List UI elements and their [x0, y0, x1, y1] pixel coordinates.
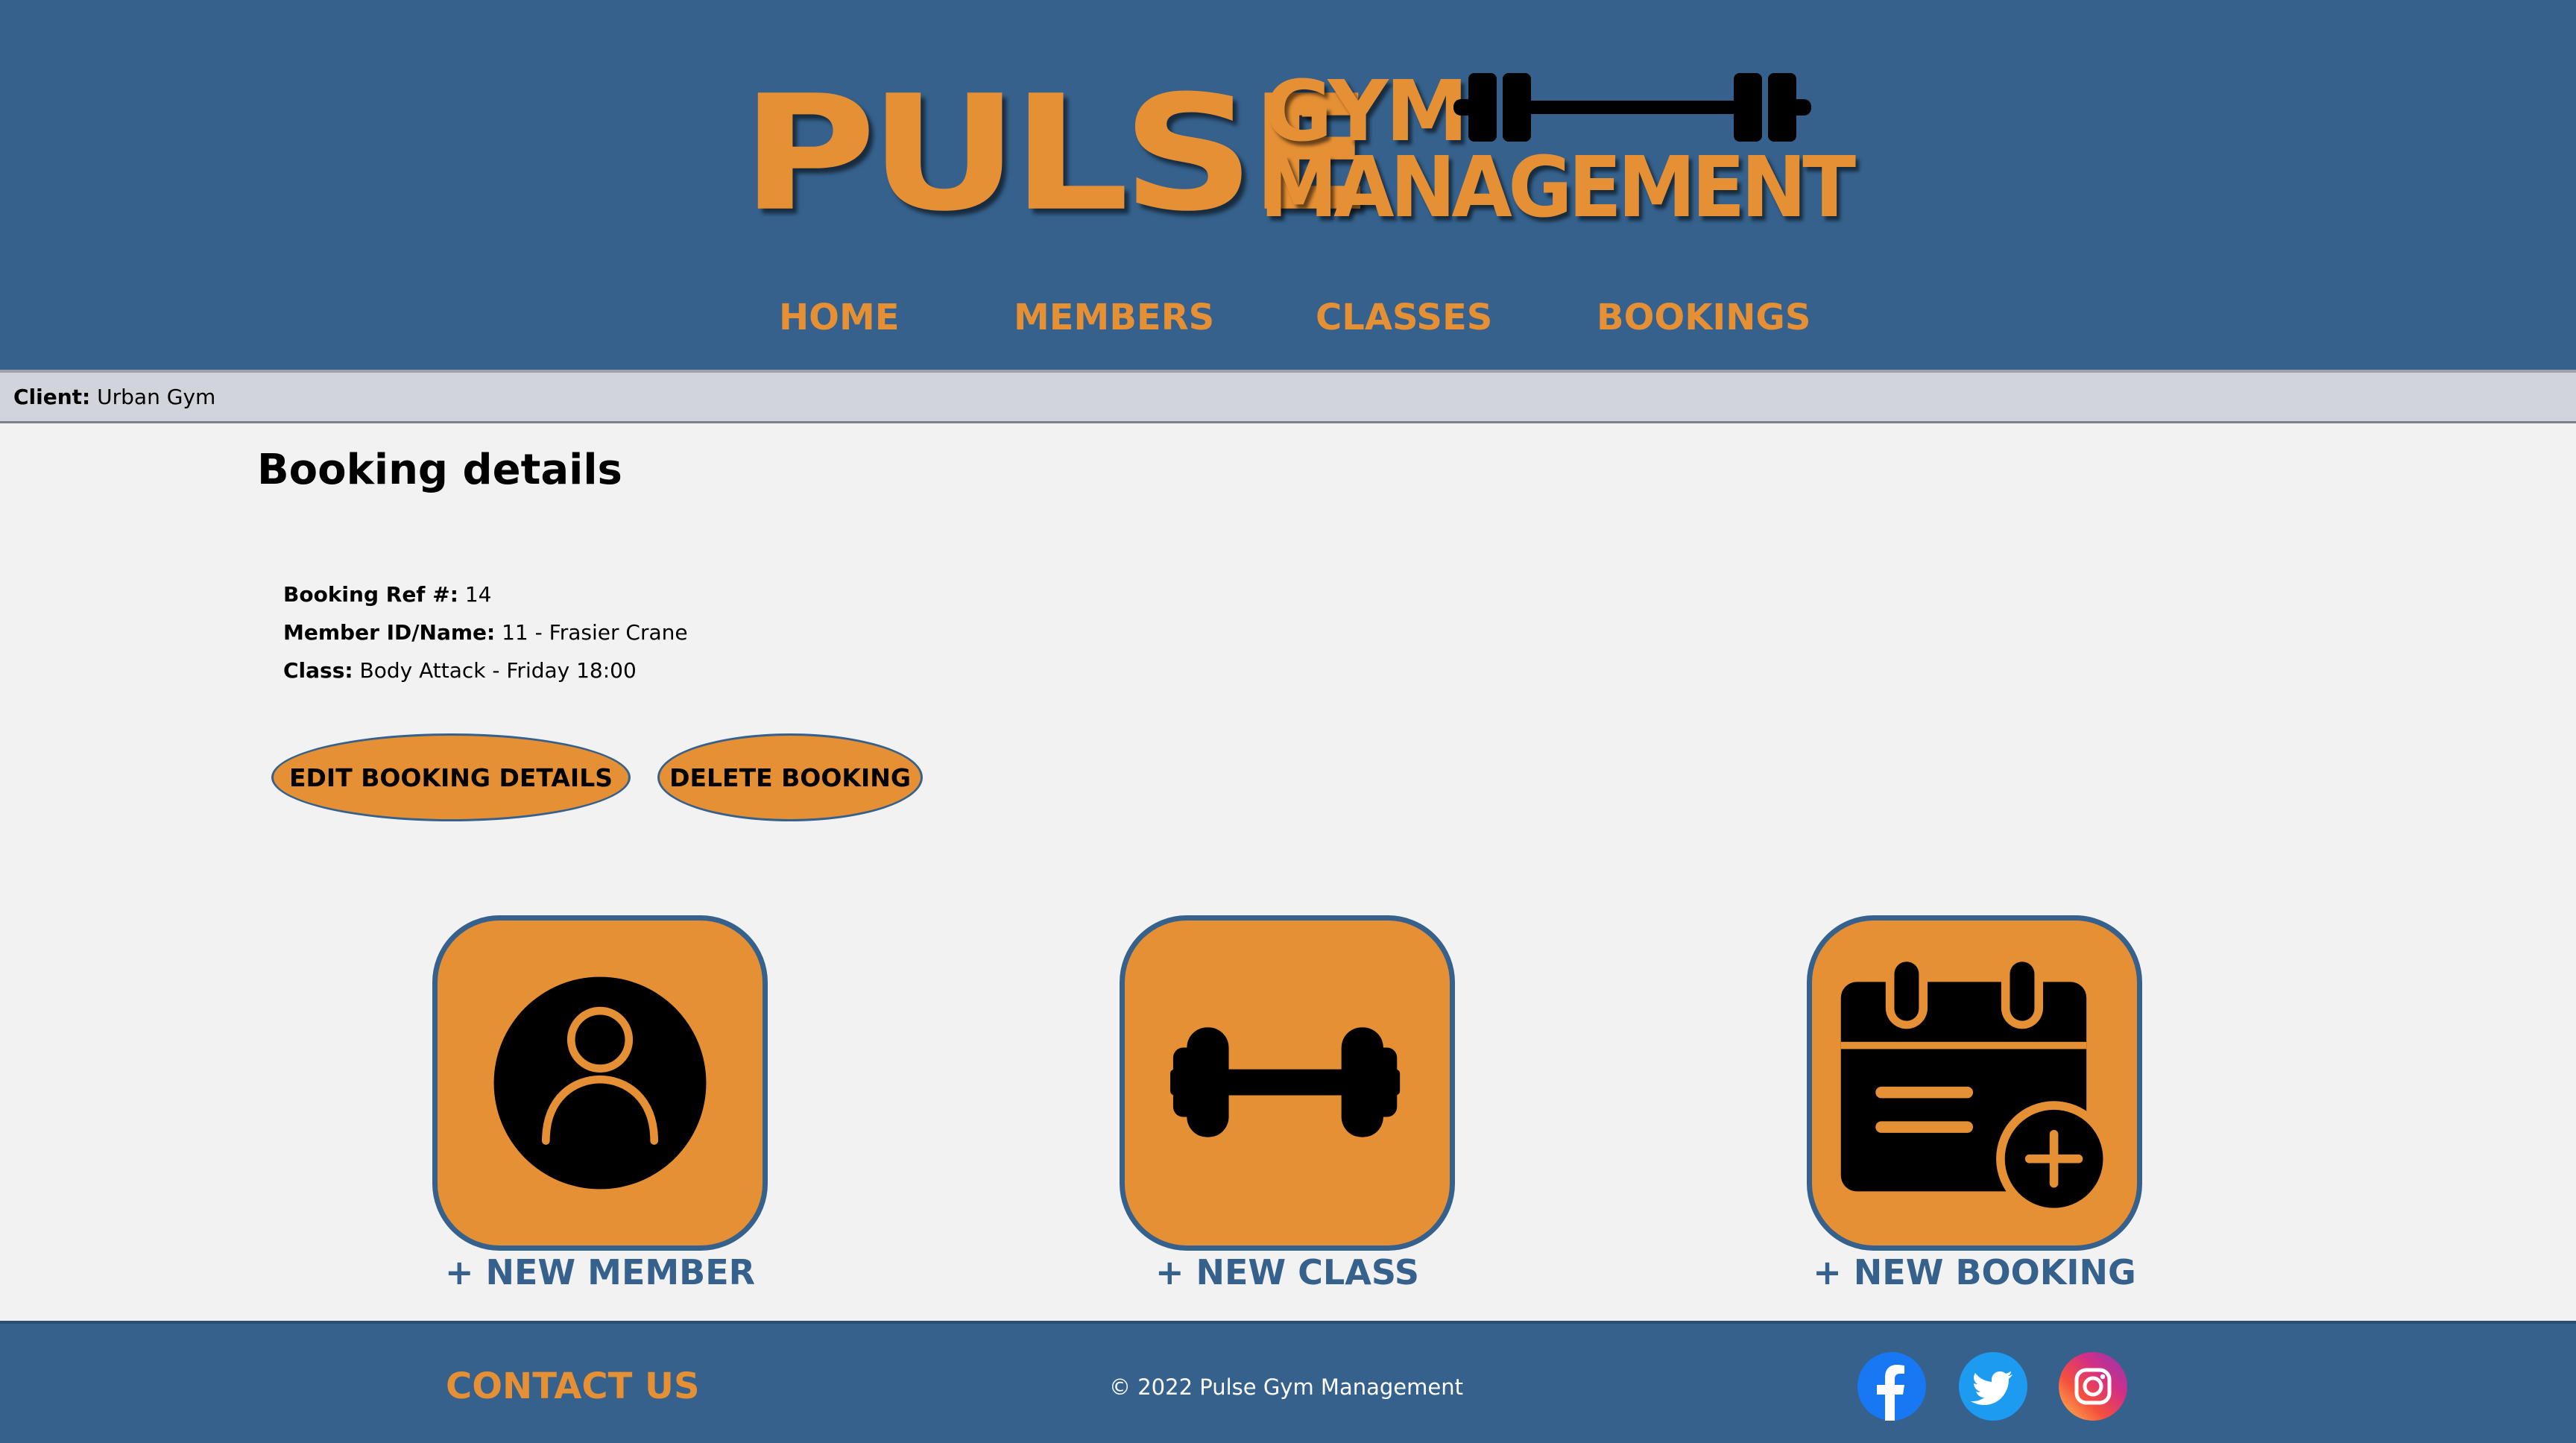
- nav-home[interactable]: HOME: [779, 297, 900, 338]
- instagram-link[interactable]: [2059, 1352, 2127, 1421]
- new-member-link[interactable]: + NEW MEMBER: [432, 1252, 768, 1292]
- new-class-link[interactable]: + NEW CLASS: [1120, 1252, 1455, 1292]
- nav-bookings[interactable]: BOOKINGS: [1597, 297, 1811, 338]
- contact-us-link[interactable]: CONTACT US: [446, 1365, 700, 1407]
- new-booking-link[interactable]: + NEW BOOKING: [1807, 1252, 2142, 1292]
- client-bar: Client: Urban Gym: [0, 370, 2576, 423]
- new-member-tile[interactable]: [432, 915, 768, 1251]
- booking-details: Booking Ref #: 14 Member ID/Name: 11 - F…: [283, 575, 688, 689]
- dumbbell-icon: [1170, 1027, 1401, 1137]
- twitter-link[interactable]: [1959, 1352, 2027, 1421]
- class-row: Class: Body Attack - Friday 18:00: [283, 651, 688, 689]
- client-name: Urban Gym: [97, 385, 216, 409]
- instagram-icon: [2059, 1352, 2127, 1421]
- class-label: Class:: [283, 658, 353, 683]
- new-booking-tile[interactable]: [1807, 915, 2142, 1251]
- member-label: Member ID/Name:: [283, 620, 496, 645]
- booking-ref-label: Booking Ref #:: [283, 582, 458, 607]
- edit-booking-button[interactable]: EDIT BOOKING DETAILS: [271, 733, 631, 821]
- nav-classes[interactable]: CLASSES: [1316, 297, 1492, 338]
- nav-members[interactable]: MEMBERS: [1014, 297, 1214, 338]
- site-footer: CONTACT US © 2022 Pulse Gym Management: [0, 1321, 2576, 1443]
- class-value: Body Attack - Friday 18:00: [359, 658, 637, 683]
- page-title: Booking details: [257, 446, 622, 494]
- barbell-icon: [1453, 73, 1811, 142]
- facebook-icon: [1857, 1352, 1926, 1421]
- booking-ref-value: 14: [464, 582, 492, 607]
- main-nav: HOME MEMBERS CLASSES BOOKINGS: [0, 297, 2576, 349]
- facebook-link[interactable]: [1857, 1352, 1926, 1421]
- twitter-icon: [1959, 1352, 2027, 1421]
- member-value: 11 - Frasier Crane: [502, 620, 688, 645]
- site-logo[interactable]: PULSE GYM MANAGEMENT: [738, 60, 1856, 239]
- calendar-add-icon: [1840, 953, 2112, 1217]
- booking-ref-row: Booking Ref #: 14: [283, 575, 688, 613]
- user-icon: [493, 976, 707, 1190]
- copyright-text: © 2022 Pulse Gym Management: [1109, 1374, 1463, 1400]
- new-class-tile[interactable]: [1120, 915, 1455, 1251]
- delete-booking-button[interactable]: DELETE BOOKING: [657, 733, 923, 821]
- client-label: Client:: [13, 385, 91, 409]
- member-row: Member ID/Name: 11 - Frasier Crane: [283, 613, 688, 651]
- logo-management-text: MANAGEMENT: [1260, 139, 1856, 236]
- site-header: PULSE GYM MANAGEMENT HOME MEMBERS CLASSE…: [0, 0, 2576, 370]
